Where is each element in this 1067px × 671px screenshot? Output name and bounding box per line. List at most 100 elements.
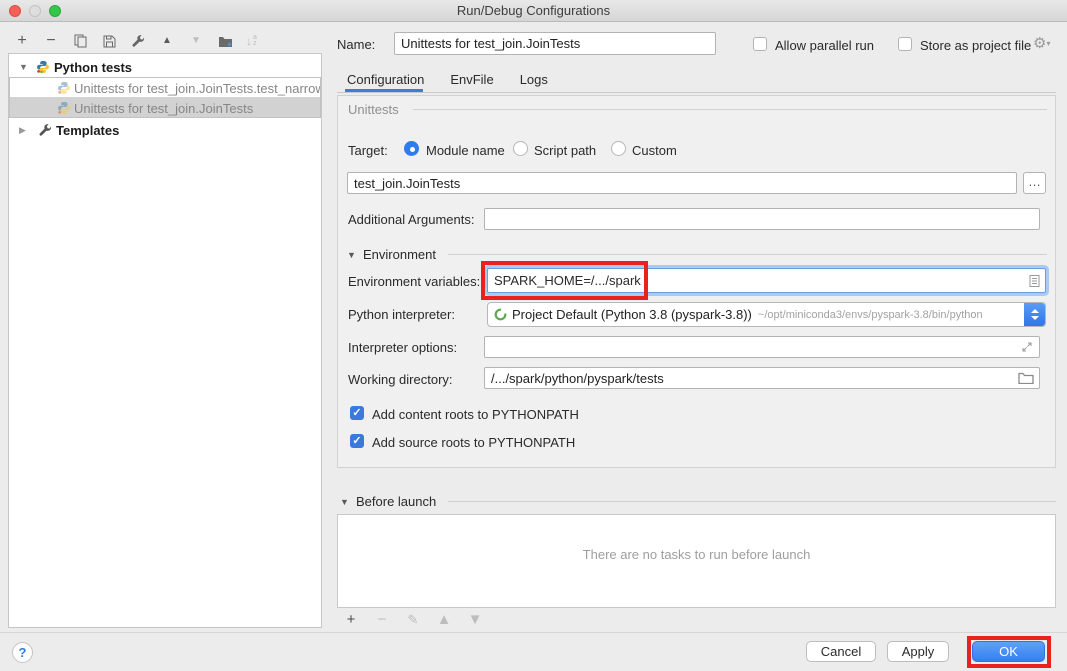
working-directory-label: Working directory: bbox=[348, 372, 453, 387]
add-content-roots-label: Add content roots to PYTHONPATH bbox=[372, 407, 579, 422]
target-input[interactable] bbox=[347, 172, 1017, 194]
gear-dropdown-icon: ▾ bbox=[1046, 39, 1050, 48]
add-task-button[interactable]: + bbox=[343, 612, 359, 628]
python-interpreter-value: Project Default (Python 3.8 (pyspark-3.8… bbox=[512, 307, 752, 322]
before-launch-divider bbox=[448, 501, 1056, 502]
allow-parallel-run-label: Allow parallel run bbox=[775, 38, 874, 53]
move-task-up-button[interactable]: ▲ bbox=[436, 612, 452, 628]
configurations-toolbar: + − ▲ ▼ ↓ bbox=[14, 32, 257, 50]
move-up-button[interactable]: ▲ bbox=[159, 33, 175, 49]
tab-strip-divider bbox=[337, 92, 1056, 93]
name-label: Name: bbox=[337, 37, 375, 52]
working-directory-input[interactable] bbox=[484, 367, 1040, 389]
browse-button[interactable]: … bbox=[1023, 172, 1046, 194]
configuration-panel: Unittests Target: Module name Script pat… bbox=[337, 95, 1056, 468]
tree-item-templates[interactable]: ▶ Templates bbox=[9, 120, 321, 140]
additional-arguments-label: Additional Arguments: bbox=[348, 212, 474, 227]
expand-arrow-icon[interactable]: ▶ bbox=[19, 125, 26, 136]
before-launch-section-label[interactable]: Before launch bbox=[356, 494, 436, 509]
remove-task-button[interactable]: − bbox=[374, 612, 390, 628]
stepper-down-icon bbox=[1031, 316, 1039, 320]
help-button[interactable]: ? bbox=[12, 642, 33, 663]
gear-icon: ⚙ bbox=[1033, 35, 1046, 52]
store-as-project-file-checkbox[interactable] bbox=[898, 37, 912, 51]
environment-variables-label: Environment variables: bbox=[348, 274, 480, 289]
before-launch-empty-text: There are no tasks to run before launch bbox=[338, 547, 1055, 562]
tree-item-label: Templates bbox=[56, 123, 119, 138]
apply-button[interactable]: Apply bbox=[887, 641, 949, 662]
radio-module-name-label: Module name bbox=[426, 143, 505, 158]
environment-divider bbox=[448, 254, 1047, 255]
sort-arrow-icon: ↓ bbox=[246, 34, 252, 48]
tree-item-python-tests[interactable]: ▼ Python tests bbox=[9, 57, 321, 77]
before-launch-collapse-icon[interactable]: ▼ bbox=[340, 497, 349, 507]
unittests-group-label: Unittests bbox=[348, 102, 399, 117]
tree-item-unittests-jointests[interactable]: Unittests for test_join.JoinTests bbox=[10, 97, 320, 117]
radio-custom[interactable] bbox=[611, 141, 626, 156]
titlebar: Run/Debug Configurations bbox=[0, 0, 1067, 22]
folder-browse-icon[interactable] bbox=[1018, 372, 1034, 384]
window-title: Run/Debug Configurations bbox=[0, 3, 1067, 18]
tab-logs[interactable]: Logs bbox=[520, 72, 548, 87]
check-icon: ✓ bbox=[352, 408, 361, 419]
radio-script-path[interactable] bbox=[513, 141, 528, 156]
before-launch-toolbar: + − ✎ ▲ ▼ bbox=[343, 612, 483, 628]
move-down-button[interactable]: ▼ bbox=[188, 33, 204, 49]
additional-arguments-input[interactable] bbox=[484, 208, 1040, 230]
radio-module-name[interactable] bbox=[404, 141, 419, 156]
annotation-ok-button bbox=[967, 636, 1051, 668]
add-source-roots-checkbox[interactable]: ✓ bbox=[350, 434, 364, 448]
check-icon: ✓ bbox=[352, 436, 361, 447]
copy-icon bbox=[74, 34, 87, 48]
remove-configuration-button[interactable]: − bbox=[43, 33, 59, 49]
environment-section-label[interactable]: Environment bbox=[363, 247, 436, 262]
collapse-arrow-icon[interactable]: ▼ bbox=[19, 62, 28, 72]
cancel-button[interactable]: Cancel bbox=[806, 641, 876, 662]
save-configuration-button[interactable] bbox=[101, 33, 117, 49]
python-config-icon bbox=[57, 101, 71, 115]
copy-configuration-button[interactable] bbox=[72, 33, 88, 49]
edit-templates-button[interactable] bbox=[130, 33, 146, 49]
before-launch-task-list: There are no tasks to run before launch bbox=[337, 514, 1056, 608]
save-icon bbox=[103, 35, 116, 48]
target-label: Target: bbox=[348, 143, 388, 158]
expand-field-icon[interactable] bbox=[1021, 341, 1033, 353]
new-folder-button[interactable] bbox=[217, 33, 233, 49]
conda-env-icon bbox=[494, 308, 507, 321]
add-source-roots-label: Add source roots to PYTHONPATH bbox=[372, 435, 575, 450]
combo-stepper[interactable] bbox=[1024, 303, 1045, 326]
radio-custom-label: Custom bbox=[632, 143, 677, 158]
sort-configurations-button[interactable]: ↓ az bbox=[246, 34, 257, 48]
python-interpreter-select[interactable]: Project Default (Python 3.8 (pyspark-3.8… bbox=[487, 302, 1046, 327]
edit-variables-icon[interactable] bbox=[1029, 274, 1040, 287]
interpreter-options-label: Interpreter options: bbox=[348, 340, 457, 355]
tree-item-label: Unittests for test_join.JoinTests.test_n… bbox=[74, 81, 320, 96]
move-task-down-button[interactable]: ▼ bbox=[467, 612, 483, 628]
add-configuration-button[interactable]: + bbox=[14, 33, 30, 49]
tree-item-label: Unittests for test_join.JoinTests bbox=[74, 101, 253, 116]
interpreter-options-input[interactable] bbox=[484, 336, 1040, 358]
footer-divider bbox=[0, 632, 1067, 633]
sort-az-icon: az bbox=[253, 35, 257, 47]
radio-script-path-label: Script path bbox=[534, 143, 596, 158]
environment-collapse-icon[interactable]: ▼ bbox=[347, 250, 356, 260]
python-config-icon bbox=[57, 81, 71, 95]
python-interpreter-path: ~/opt/miniconda3/envs/pyspark-3.8/bin/py… bbox=[758, 309, 983, 321]
tree-item-unittests-narrow[interactable]: Unittests for test_join.JoinTests.test_n… bbox=[10, 78, 320, 98]
wrench-icon bbox=[131, 34, 145, 48]
tab-envfile[interactable]: EnvFile bbox=[450, 72, 493, 87]
tree-item-label: Python tests bbox=[54, 60, 132, 75]
name-input[interactable] bbox=[394, 32, 716, 55]
store-options-gear-button[interactable]: ⚙▾ bbox=[1033, 34, 1050, 52]
store-as-project-file-label: Store as project file bbox=[920, 38, 1031, 53]
group-divider bbox=[413, 109, 1047, 110]
tab-strip: Configuration EnvFile Logs bbox=[347, 72, 548, 87]
new-folder-icon bbox=[218, 35, 233, 48]
add-content-roots-checkbox[interactable]: ✓ bbox=[350, 406, 364, 420]
tree-children-group: Unittests for test_join.JoinTests.test_n… bbox=[9, 77, 321, 118]
tab-configuration[interactable]: Configuration bbox=[347, 72, 424, 87]
allow-parallel-run-checkbox[interactable] bbox=[753, 37, 767, 51]
active-tab-underline bbox=[345, 89, 423, 92]
edit-task-button[interactable]: ✎ bbox=[405, 612, 421, 628]
annotation-environment-variables bbox=[481, 261, 648, 300]
